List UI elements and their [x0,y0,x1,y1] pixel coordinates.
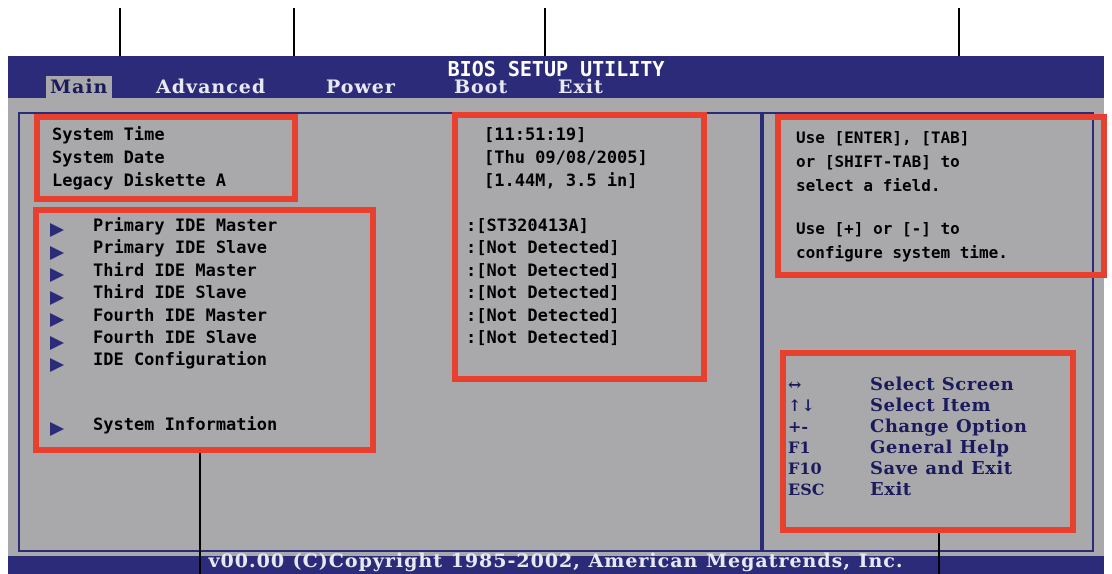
menu-main[interactable]: Main [46,76,113,98]
highlight-box [452,112,707,382]
highlight-box [775,114,1107,278]
menu-power[interactable]: Power [326,76,396,98]
callout-line [293,8,295,62]
menu-boot[interactable]: Boot [454,76,508,98]
highlight-box [33,207,376,453]
menu-exit[interactable]: Exit [558,76,604,98]
highlight-box [34,114,298,202]
callout-line [199,453,201,574]
menu-advanced[interactable]: Advanced [156,76,266,98]
highlight-box [780,350,1076,533]
callout-line [938,533,940,574]
panel-divider [760,112,764,552]
title-bar: BIOS SETUP UTILITY Main Advanced Power B… [8,56,1104,98]
